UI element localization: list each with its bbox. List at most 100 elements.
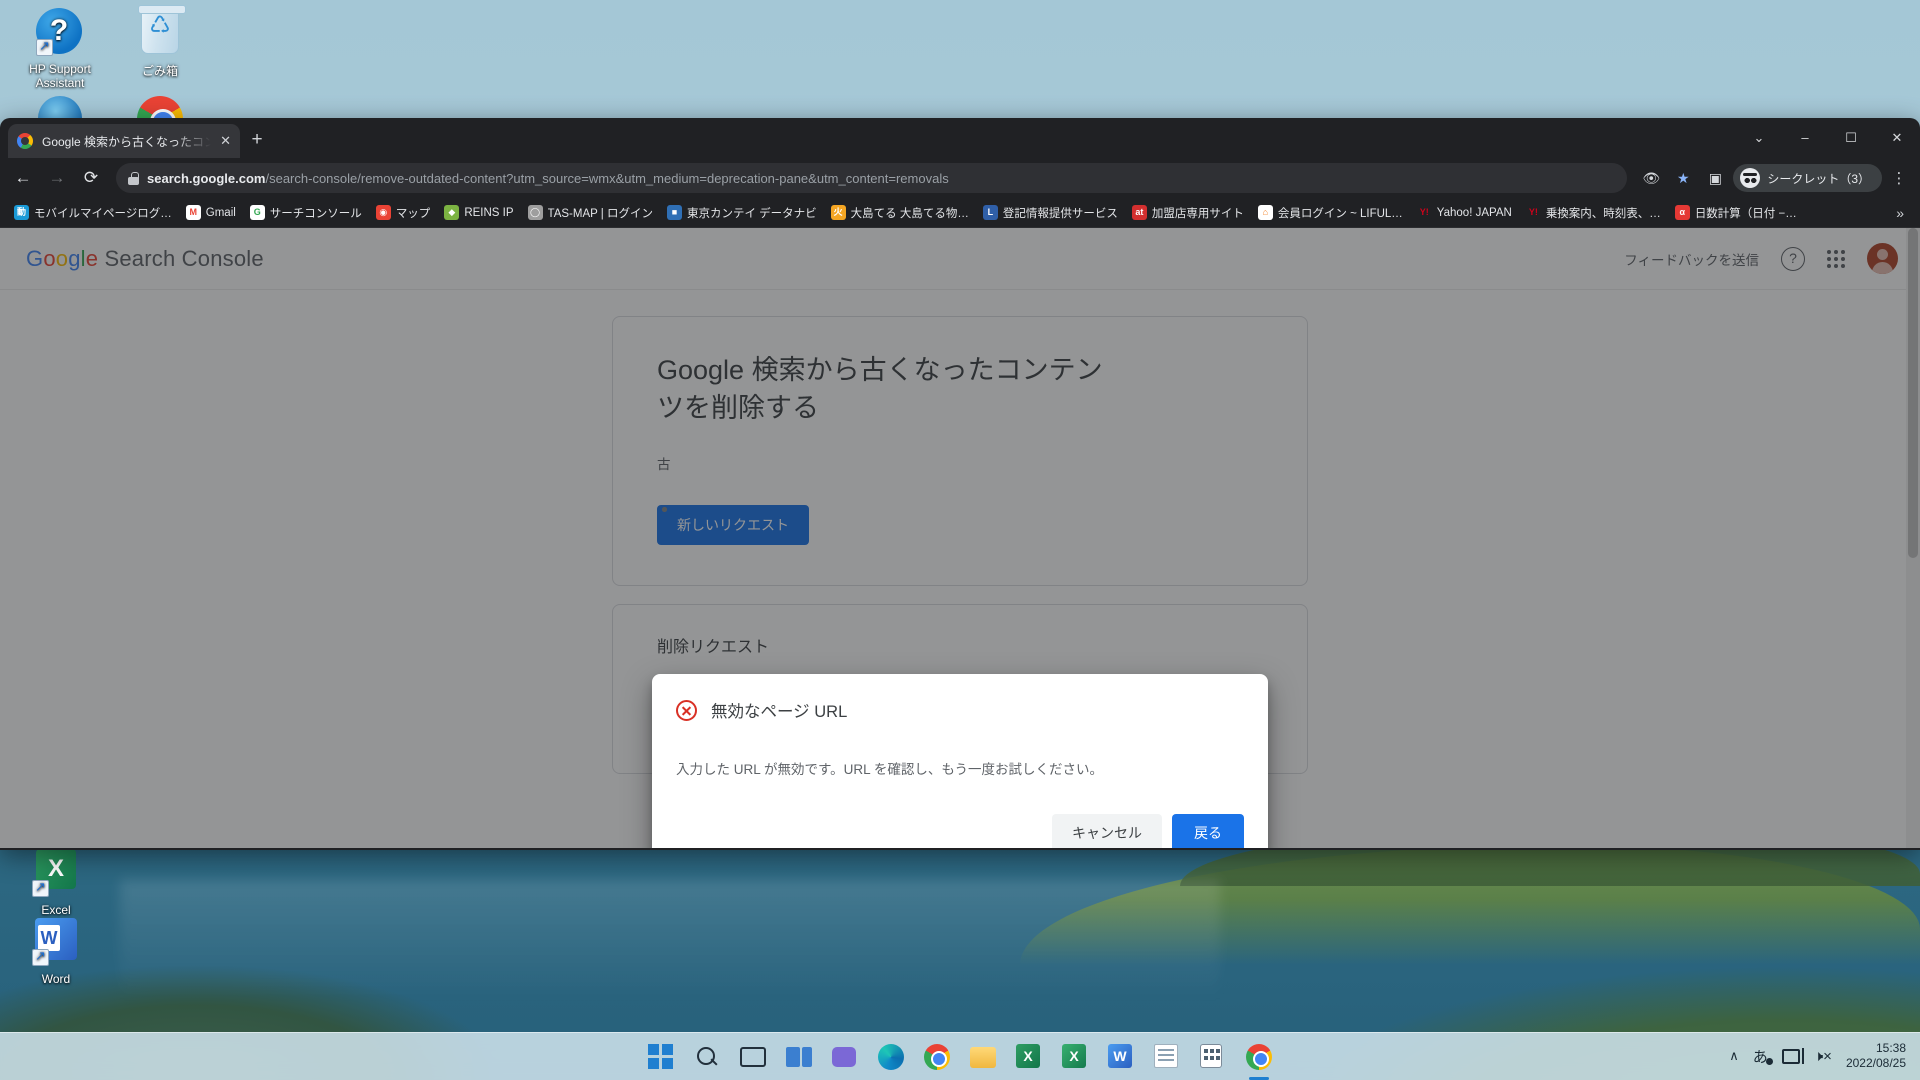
url-path: /search-console/remove-outdated-content?… [265,170,949,186]
bookmark-label: 大島てる 大島てる物… [850,207,969,220]
third-party-cookie-icon[interactable]: 👁 [1637,164,1665,192]
search-button[interactable] [694,1044,720,1070]
bookmark-favicon-icon: ■ [666,205,682,220]
file-explorer-button[interactable] [970,1044,996,1070]
excel2-button[interactable]: X [1062,1043,1088,1070]
bookmark-item[interactable]: ■ 東京カンテイ データナビ [661,202,823,224]
chrome-taskbar-button[interactable] [924,1043,950,1070]
bookmark-favicon-icon: at [1131,205,1147,220]
address-bar[interactable]: search.google.com/search-console/remove-… [116,163,1628,193]
cancel-button[interactable]: キャンセル [1052,814,1162,848]
side-panel-icon[interactable]: ▣ [1701,164,1729,192]
back-button[interactable]: 戻る [1172,814,1244,848]
bookmark-label: REINS IP [464,206,514,219]
desktop-icon-label: Word [41,972,71,986]
reload-button[interactable]: ⟳ [76,163,106,193]
browser-tab[interactable]: Google 検索から古くなったコンテンツ ✕ [8,124,240,158]
ime-mode-icon[interactable]: あ [1753,1046,1773,1067]
clock-date: 2022/08/25 [1845,1056,1906,1070]
dialog-actions: キャンセル 戻る [676,814,1244,848]
bookmark-favicon-icon: ⌂ [1257,205,1273,220]
url-host: search.google.com [147,170,266,186]
bookmark-label: 日数計算（日付 −… [1694,207,1797,220]
bookmarks-overflow-button[interactable]: » [1888,205,1912,221]
new-tab-button[interactable]: + [240,124,274,158]
chrome-menu-icon[interactable]: ⋮ [1886,169,1912,187]
bookmark-favicon-icon: 火 [830,205,846,220]
maximize-button[interactable]: ☐ [1828,118,1874,158]
incognito-indicator[interactable]: シークレット（3） [1733,164,1882,192]
chat-button[interactable] [832,1044,858,1070]
taskbar-buttons: X X W [648,1043,1272,1080]
desktop-icon-word[interactable]: Word [8,915,104,986]
bookmark-label: TAS-MAP | ログイン [547,207,653,220]
bookmark-favicon-icon: ◉ [375,205,391,220]
bookmark-favicon-icon: α [1674,205,1690,220]
show-hidden-icons-icon[interactable]: ∧ [1729,1048,1739,1064]
incognito-icon [1740,168,1761,188]
bookmark-favicon-icon: M [185,205,201,220]
desktop-icon-excel[interactable]: Excel [8,845,104,917]
recycle-bin-icon [136,5,186,58]
bookmark-favicon-icon: ◯ [527,205,543,220]
network-icon[interactable] [1781,1047,1804,1064]
bookmark-item[interactable]: M Gmail [180,202,242,223]
bookmark-item[interactable]: Y! 乗換案内、時刻表、… [1520,202,1667,224]
bookmark-label: Yahoo! JAPAN [1436,206,1512,219]
bookmark-item[interactable]: 動モバイルマイページログ… [8,202,178,224]
bookmark-star-icon[interactable]: ★ [1669,164,1697,192]
bookmark-label: 加盟店専用サイト [1151,207,1244,220]
page-viewport: Google Search Console フィードバックを送信 ? Googl… [0,228,1920,848]
error-circle-icon [676,699,697,721]
tab-title: Google 検索から古くなったコンテンツ [42,134,212,149]
bookmark-favicon-icon: Y! [1416,205,1432,220]
desktop-icon-recycle-bin[interactable]: ごみ箱 [112,5,208,78]
forward-button[interactable]: → [42,163,72,193]
clock[interactable]: 15:38 2022/08/25 [1846,1041,1906,1071]
back-button[interactable]: ← [8,163,38,193]
bookmark-item[interactable]: G サーチコンソール [244,202,368,224]
chrome-browser-window: Google 検索から古くなったコンテンツ ✕ + ⌄ – ☐ ✕ ← → ⟳ … [0,118,1920,850]
bookmark-item[interactable]: at 加盟店専用サイト [1126,202,1250,224]
close-tab-icon[interactable]: ✕ [220,133,231,149]
tab-search-icon[interactable]: ⌄ [1736,118,1782,158]
bookmark-label: 乗換案内、時刻表、… [1545,207,1661,220]
bookmark-item[interactable]: ◆ REINS IP [438,202,519,223]
chrome-active-button[interactable] [1246,1043,1272,1080]
clock-time: 15:38 [1875,1041,1906,1055]
close-window-button[interactable]: ✕ [1874,118,1920,158]
screen: ? HP SupportAssistant ごみ箱 Excel Word Goo… [0,0,1920,1080]
excel-button[interactable]: X [1016,1043,1042,1070]
bookmark-favicon-icon: ◆ [444,205,460,220]
invalid-url-dialog: 無効なページ URL 入力した URL が無効です。URL を確認し、もう一度お… [652,674,1268,848]
tab-strip: Google 検索から古くなったコンテンツ ✕ + ⌄ – ☐ ✕ [0,118,1920,158]
bookmark-favicon-icon: G [249,205,265,220]
word-button[interactable]: W [1108,1043,1134,1070]
hp-support-assistant-icon: ? [36,8,84,56]
bookmark-item[interactable]: 火大島てる 大島てる物… [825,202,975,224]
word-icon [32,918,80,966]
desktop-icon-hp-support-assistant[interactable]: ? HP SupportAssistant [12,8,108,90]
browser-toolbar: ← → ⟳ search.google.com/search-console/r… [0,158,1920,198]
volume-muted-icon[interactable]: 🕨× [1814,1048,1832,1065]
window-controls: ⌄ – ☐ ✕ [1736,118,1920,158]
start-button[interactable] [648,1043,674,1070]
url-text: search.google.com/search-console/remove-… [147,171,949,186]
bookmarks-bar: 動モバイルマイページログ… M Gmail G サーチコンソール ◉ マップ ◆ REI… [0,198,1920,228]
bookmark-item[interactable]: Y! Yahoo! JAPAN [1411,202,1518,223]
google-favicon-icon [17,133,33,149]
desktop-icon-label: ごみ箱 [141,64,178,78]
bookmark-label: 東京カンテイ データナビ [686,207,817,220]
bookmark-item[interactable]: ⌂ 会員ログイン ~ LIFUL… [1252,202,1409,224]
calculator-button[interactable] [1200,1043,1226,1070]
sheets-button[interactable] [1154,1043,1180,1070]
bookmark-item[interactable]: ◯ TAS-MAP | ログイン [522,202,659,224]
edge-button[interactable] [878,1043,904,1070]
widgets-button[interactable] [786,1044,812,1070]
task-view-button[interactable] [740,1044,766,1070]
bookmark-item[interactable]: α 日数計算（日付 −… [1669,202,1803,224]
minimize-button[interactable]: – [1782,118,1828,158]
bookmark-item[interactable]: L 登記情報提供サービス [977,202,1124,224]
dialog-title: 無効なページ URL [711,703,848,721]
bookmark-item[interactable]: ◉ マップ [370,202,437,224]
